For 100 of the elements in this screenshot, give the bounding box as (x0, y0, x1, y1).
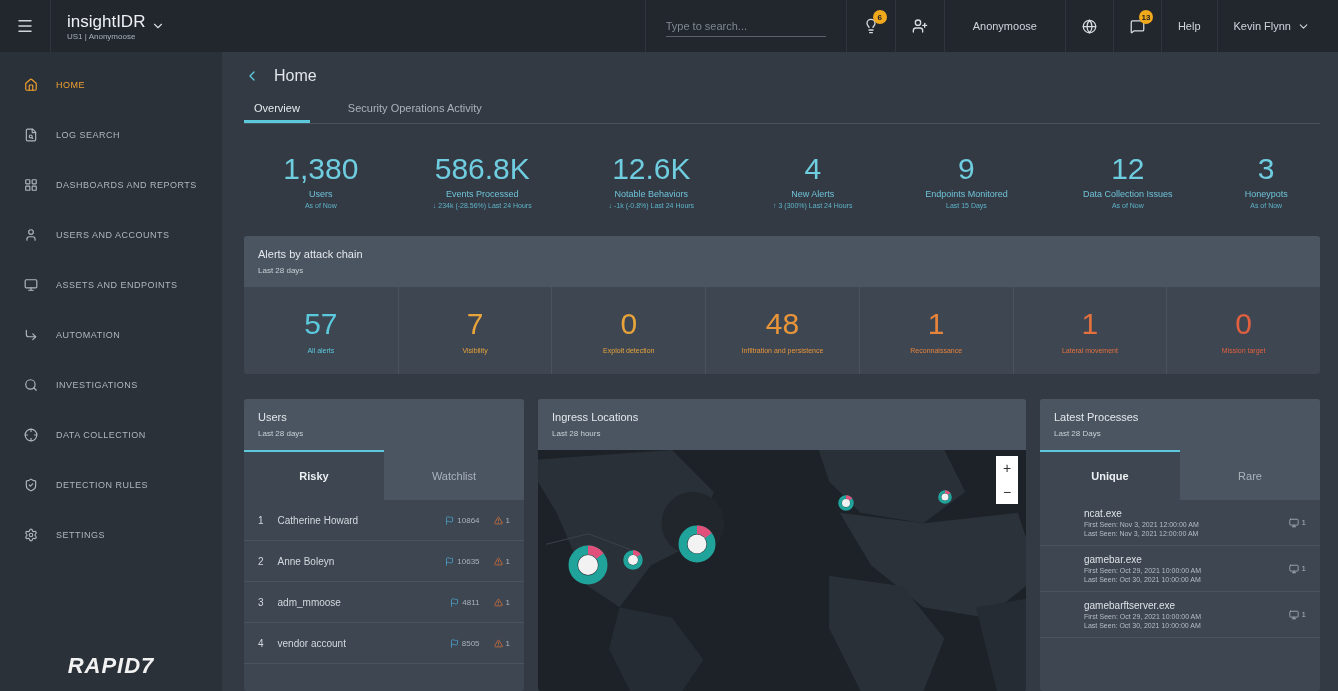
cluster-marker-icon[interactable] (568, 545, 608, 585)
monitor-icon (24, 278, 38, 292)
stat-value: 9 (958, 151, 975, 186)
chat-icon[interactable] (1129, 18, 1145, 34)
alert-count: 1 (505, 638, 510, 648)
search-field[interactable]: Type to search... (665, 15, 826, 37)
sidebar-item[interactable]: DATA COLLECTION (0, 410, 222, 460)
process-name[interactable]: gamebarftserver.exe (1084, 600, 1289, 611)
stat-label: Data Collection Issues (1083, 188, 1173, 199)
sidebar-item[interactable]: AUTOMATION (0, 310, 222, 360)
card-title: Ingress Locations (552, 411, 640, 423)
menu-button[interactable] (16, 17, 34, 35)
rank-number: 3 (258, 596, 264, 608)
user-icon (24, 228, 38, 242)
alert-icon (493, 515, 503, 525)
alert-icon (493, 638, 503, 648)
count-badge: 6 (872, 10, 887, 24)
corner-arrow-icon (24, 328, 38, 342)
org-name: US1 | Anonymoose (67, 31, 137, 41)
stat-value: 4 (804, 151, 822, 186)
stat-label: Honeypots (1244, 188, 1288, 199)
flag-icon (449, 638, 459, 648)
card-title: Users (258, 411, 288, 423)
monitor-icon (1288, 563, 1299, 574)
flag-icon (445, 556, 455, 566)
user-name[interactable]: Catherine Howard (277, 514, 432, 526)
rank-number: 4 (258, 637, 264, 649)
stat-value: 12.6K (612, 151, 691, 186)
flag-count: 8505 (461, 638, 480, 648)
alert-count: 1 (505, 556, 510, 566)
stage-count[interactable]: 7 (466, 307, 484, 341)
cluster-marker-icon[interactable] (678, 525, 716, 563)
sidebar-item[interactable]: ASSETS AND ENDPOINTS (0, 260, 222, 310)
tab[interactable]: Overview (244, 96, 310, 123)
org-button[interactable]: Anonymoose (972, 20, 1037, 32)
stat-label: New Alerts (791, 188, 835, 199)
home-icon (24, 78, 38, 92)
product-name: insightIDR (67, 11, 146, 32)
flag-icon (445, 515, 455, 525)
stage-count[interactable]: 1 (927, 307, 945, 341)
stat-label: Notable Behaviors (614, 188, 689, 199)
sidebar-item[interactable]: HOME (0, 60, 222, 110)
sidebar-item[interactable]: USERS AND ACCOUNTS (0, 210, 222, 260)
tab[interactable]: Risky (244, 450, 384, 500)
stat-label: Users (309, 188, 333, 199)
card-subtitle: Last 28 days (258, 429, 305, 438)
flag-count: 10635 (457, 556, 480, 566)
search-icon (24, 378, 38, 392)
help-link[interactable]: Help (1177, 20, 1201, 32)
alert-icon (493, 556, 503, 566)
asset-count: 1 (1301, 610, 1306, 619)
cluster-marker-icon[interactable] (938, 490, 952, 504)
sidebar-item[interactable]: DASHBOARDS AND REPORTS (0, 160, 222, 210)
user-plus-icon[interactable] (911, 18, 928, 34)
shield-icon (24, 478, 38, 492)
tab[interactable]: Unique (1040, 450, 1180, 500)
stage-count[interactable]: 0 (620, 307, 638, 341)
stat-value: 12 (1111, 151, 1145, 186)
stat-label: Endpoints Monitored (925, 188, 1008, 199)
user-name[interactable]: adm_mmoose (277, 596, 437, 608)
stat-label: Events Processed (445, 188, 519, 199)
globe-icon[interactable] (1081, 18, 1097, 34)
stat-value: 586.8K (434, 151, 530, 186)
rank-number: 1 (258, 514, 264, 526)
crosshair-icon (24, 428, 38, 442)
process-name[interactable]: gamebar.exe (1084, 554, 1289, 565)
card-title: Latest Processes (1054, 411, 1140, 423)
rapid7-logo: RAPID7 (67, 653, 155, 679)
alert-count: 1 (505, 597, 510, 607)
settings-icon (24, 528, 38, 542)
user-menu-button[interactable]: Kevin Flynn (1233, 19, 1310, 33)
card-title: Alerts by attack chain (258, 248, 364, 260)
grid-icon (24, 178, 38, 192)
stage-count[interactable]: 48 (765, 307, 800, 341)
monitor-icon (1288, 609, 1299, 620)
flag-icon (450, 597, 460, 607)
monitor-icon (1288, 517, 1299, 528)
card-subtitle: Last 28 days (258, 266, 305, 275)
process-name[interactable]: ncat.exe (1084, 508, 1289, 519)
count-badge: 13 (1138, 10, 1153, 24)
user-name[interactable]: vendor account (277, 637, 436, 649)
cluster-marker-icon[interactable] (838, 495, 854, 511)
sidebar-item[interactable]: INVESTIGATIONS (0, 360, 222, 410)
sidebar-item[interactable]: DETECTION RULES (0, 460, 222, 510)
card-subtitle: Last 28 Days (1054, 429, 1102, 438)
user-name[interactable]: Anne Boleyn (277, 555, 432, 567)
asset-count: 1 (1301, 564, 1306, 573)
document-search-icon (24, 128, 38, 142)
cluster-marker-icon[interactable] (623, 550, 643, 570)
sidebar-item[interactable]: SETTINGS (0, 510, 222, 560)
sidebar-item[interactable]: LOG SEARCH (0, 110, 222, 160)
flag-count: 4811 (462, 597, 480, 607)
stat-value: 3 (1257, 151, 1275, 186)
rank-number: 2 (258, 555, 264, 567)
alert-count: 1 (505, 515, 510, 525)
card-subtitle: Last 28 hours (552, 429, 602, 438)
page-title: Home (274, 67, 317, 85)
tab[interactable]: Security Operations Activity (337, 96, 492, 123)
stage-count[interactable]: 57 (304, 307, 338, 341)
flag-count: 10864 (457, 515, 480, 525)
